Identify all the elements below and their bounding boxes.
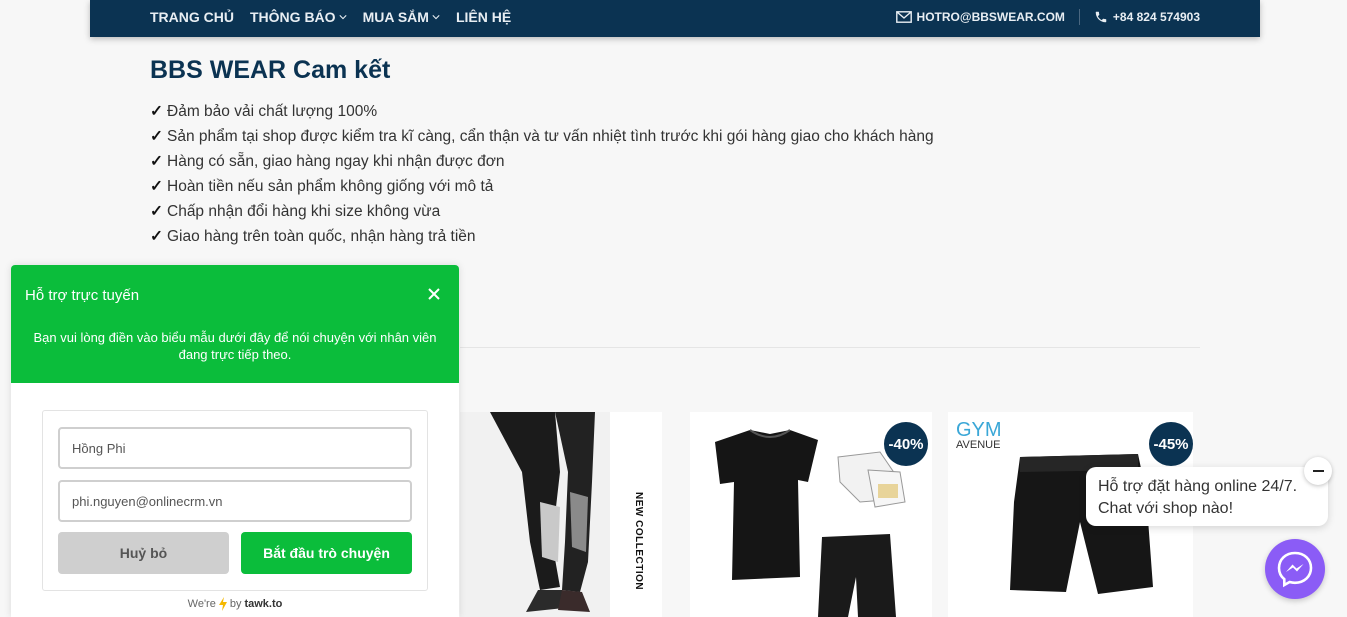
section-title: BBS WEAR Cam kết	[150, 56, 391, 84]
list-item-text: Hoàn tiền nếu sản phẩm không giống với m…	[167, 178, 494, 195]
brand-logo: GYM AVENUE	[956, 420, 1002, 451]
chat-title: Hỗ trợ trực tuyến	[25, 287, 140, 304]
check-icon: ✓	[150, 103, 163, 120]
tawk-brand: tawk.to	[244, 598, 283, 610]
contact-bar: HOTRO@BBSWEAR.COM +84 824 574903	[895, 0, 1200, 34]
leggings-image	[490, 412, 662, 617]
check-icon: ✓	[150, 178, 163, 195]
list-item-text: Giao hàng trên toàn quốc, nhận hàng trả …	[167, 228, 476, 245]
nav-item-contact[interactable]: LIÊN HỆ	[456, 9, 511, 25]
check-icon: ✓	[150, 128, 163, 145]
phone-link[interactable]: +84 824 574903	[1094, 10, 1200, 24]
chevron-down-icon	[338, 15, 347, 20]
name-field[interactable]	[58, 427, 412, 469]
list-item: ✓ Chấp nhận đổi hàng khi size không vừa	[150, 201, 934, 226]
chat-subtitle: Bạn vui lòng điền vào biểu mẫu dưới đây …	[33, 330, 437, 362]
nav-item-home[interactable]: TRANG CHỦ	[150, 9, 234, 25]
powered-by-word: by	[229, 598, 242, 610]
commitment-list: ✓ Đảm bảo vải chất lượng 100% ✓ Sản phẩm t…	[150, 101, 934, 251]
close-icon[interactable]	[425, 285, 443, 303]
email-text: HOTRO@BBSWEAR.COM	[916, 10, 1065, 24]
check-icon: ✓	[150, 153, 163, 170]
list-item-text: Sản phẩm tại shop được kiểm tra kĩ càng,…	[167, 128, 934, 145]
envelope-icon	[895, 11, 912, 23]
nav-item-label: THÔNG BÁO	[250, 9, 336, 25]
check-icon: ✓	[150, 228, 163, 245]
messenger-icon	[1277, 551, 1313, 588]
chevron-down-icon	[432, 15, 440, 20]
email-link[interactable]: HOTRO@BBSWEAR.COM	[895, 10, 1065, 24]
messenger-greeting[interactable]: Hỗ trợ đặt hàng online 24/7. Chat với sh…	[1086, 467, 1328, 526]
nav-item-announcements[interactable]: THÔNG BÁO	[250, 9, 347, 25]
list-item-text: Hàng có sẵn, giao hàng ngay khi nhận đượ…	[167, 153, 505, 170]
main-menu: TRANG CHỦ THÔNG BÁO MUA SẮM LIÊN HỆ	[150, 0, 511, 34]
nav-item-label: TRANG CHỦ	[150, 9, 234, 25]
top-navbar: TRANG CHỦ THÔNG BÁO MUA SẮM LIÊN HỆ HOTR…	[90, 0, 1260, 37]
list-item-text: Đảm bảo vải chất lượng 100%	[167, 103, 378, 120]
product-card[interactable]: -40%	[690, 412, 932, 617]
brand-subname: AVENUE	[956, 439, 1001, 451]
nav-item-shopping[interactable]: MUA SẮM	[363, 9, 440, 25]
list-item: ✓ Sản phẩm tại shop được kiểm tra kĩ càng…	[150, 126, 934, 151]
phone-icon	[1095, 11, 1107, 23]
chat-widget: Hỗ trợ trực tuyến Bạn vui lòng điền vào …	[11, 265, 459, 617]
discount-badge: -40%	[884, 422, 928, 466]
section-divider	[460, 347, 1200, 348]
list-item: ✓ Hoàn tiền nếu sản phẩm không giống với …	[150, 176, 934, 201]
lightning-icon	[218, 597, 227, 611]
powered-prefix: We're	[187, 598, 216, 610]
cancel-button[interactable]: Huỷ bỏ	[58, 532, 229, 574]
list-item-text: Chấp nhận đổi hàng khi size không vừa	[167, 203, 441, 220]
email-field[interactable]	[58, 480, 412, 522]
list-item: ✓ Hàng có sẵn, giao hàng ngay khi nhận đư…	[150, 151, 934, 176]
collection-label: NEW COLLECTION	[633, 492, 644, 591]
minus-icon	[1312, 470, 1324, 472]
chat-header: Hỗ trợ trực tuyến Bạn vui lòng điền vào …	[11, 265, 459, 383]
discount-badge: -45%	[1149, 422, 1193, 466]
start-chat-button[interactable]: Bắt đầu trò chuyện	[241, 532, 412, 574]
minimize-button[interactable]	[1304, 457, 1332, 485]
phone-text: +84 824 574903	[1112, 10, 1200, 24]
list-item: ✓ Giao hàng trên toàn quốc, nhận hàng trả…	[150, 226, 934, 251]
divider	[1078, 9, 1080, 25]
prechat-form: Huỷ bỏ Bắt đầu trò chuyện	[42, 410, 428, 591]
list-item: ✓ Đảm bảo vải chất lượng 100%	[150, 101, 934, 126]
product-card[interactable]: NEW COLLECTION	[460, 412, 662, 617]
nav-item-label: LIÊN HỆ	[455, 9, 512, 25]
check-icon: ✓	[150, 203, 163, 220]
messenger-button[interactable]	[1265, 539, 1325, 599]
brand-name: GYM	[956, 419, 1002, 441]
powered-by[interactable]: We're by tawk.to	[11, 597, 459, 611]
nav-item-label: MUA SẮM	[362, 9, 429, 25]
